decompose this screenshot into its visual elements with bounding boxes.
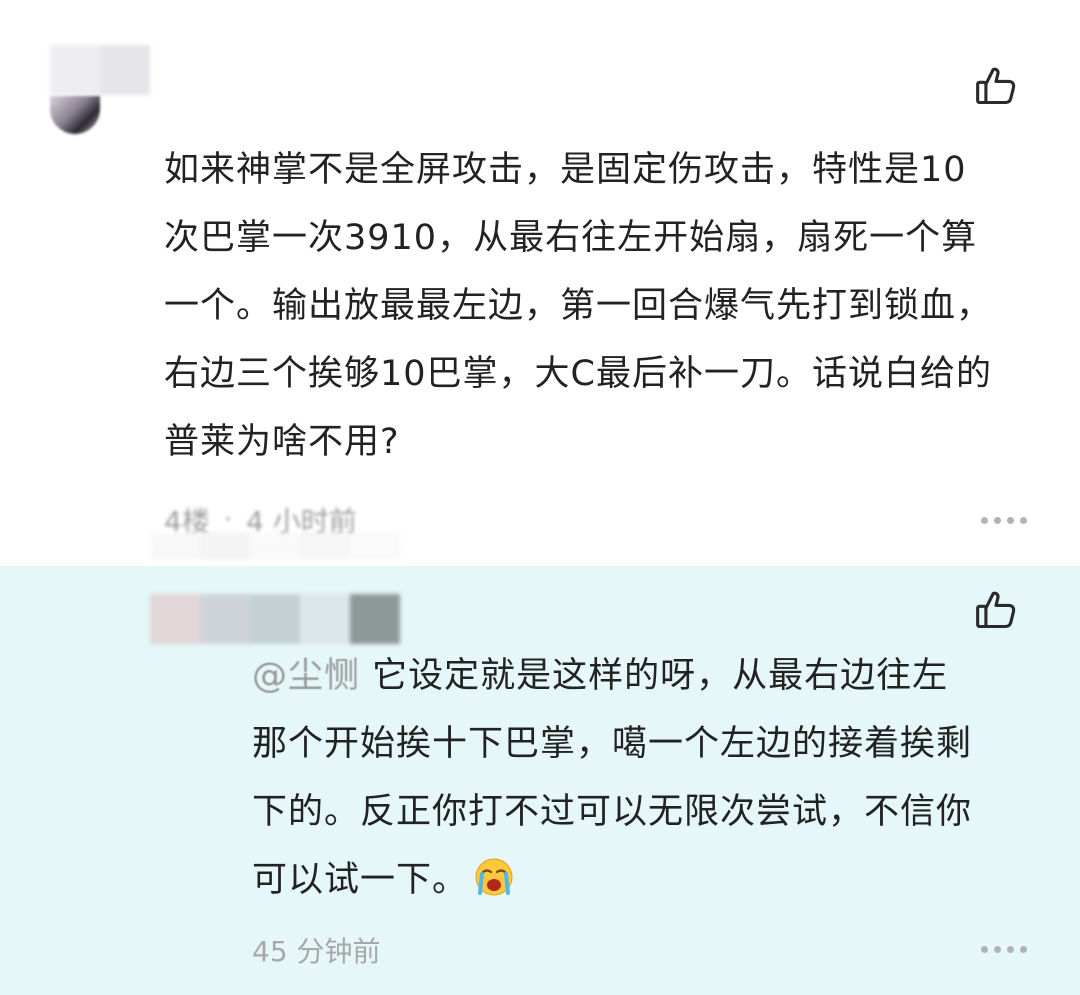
comment-text: 如来神掌不是全屏攻击，是固定伤攻击，特性是10 次巴掌一次3910，从最右往左开… bbox=[164, 150, 993, 462]
crying-face-icon bbox=[475, 858, 513, 896]
thumbs-up-icon bbox=[974, 64, 1018, 112]
more-horizontal-icon bbox=[981, 517, 988, 524]
comment-item: 如来神掌不是全屏攻击，是固定伤攻击，特性是10 次巴掌一次3910，从最右往左开… bbox=[0, 0, 1080, 566]
reply-item: @尘恻 它设定就是这样的呀，从最右边往左 那个开始挨十下巴掌，噶一个左边的接着挨… bbox=[0, 566, 1080, 995]
meta-separator: · bbox=[223, 505, 233, 535]
reply-more-button[interactable] bbox=[981, 946, 1027, 953]
meta-redacted-overlay bbox=[150, 532, 430, 560]
reply-text-body: 它设定就是这样的呀，从最右边往左 那个开始挨十下巴掌，噶一个左边的接着挨剩 下的… bbox=[252, 656, 973, 900]
thumbs-up-icon bbox=[974, 588, 1018, 636]
reply-username-redacted[interactable] bbox=[150, 594, 400, 644]
reply-text: @尘恻 它设定就是这样的呀，从最右边往左 那个开始挨十下巴掌，噶一个左边的接着挨… bbox=[252, 642, 1042, 914]
like-button[interactable] bbox=[972, 64, 1020, 112]
reply-like-button[interactable] bbox=[972, 588, 1020, 636]
reply-time: 45 分钟前 bbox=[252, 935, 381, 968]
reply-meta: 45 分钟前 bbox=[252, 930, 381, 970]
username-redacted[interactable] bbox=[50, 45, 150, 95]
more-button[interactable] bbox=[981, 517, 1027, 524]
avatar[interactable] bbox=[50, 96, 100, 134]
more-horizontal-icon bbox=[981, 946, 988, 953]
reply-mention[interactable]: @尘恻 bbox=[252, 656, 360, 696]
